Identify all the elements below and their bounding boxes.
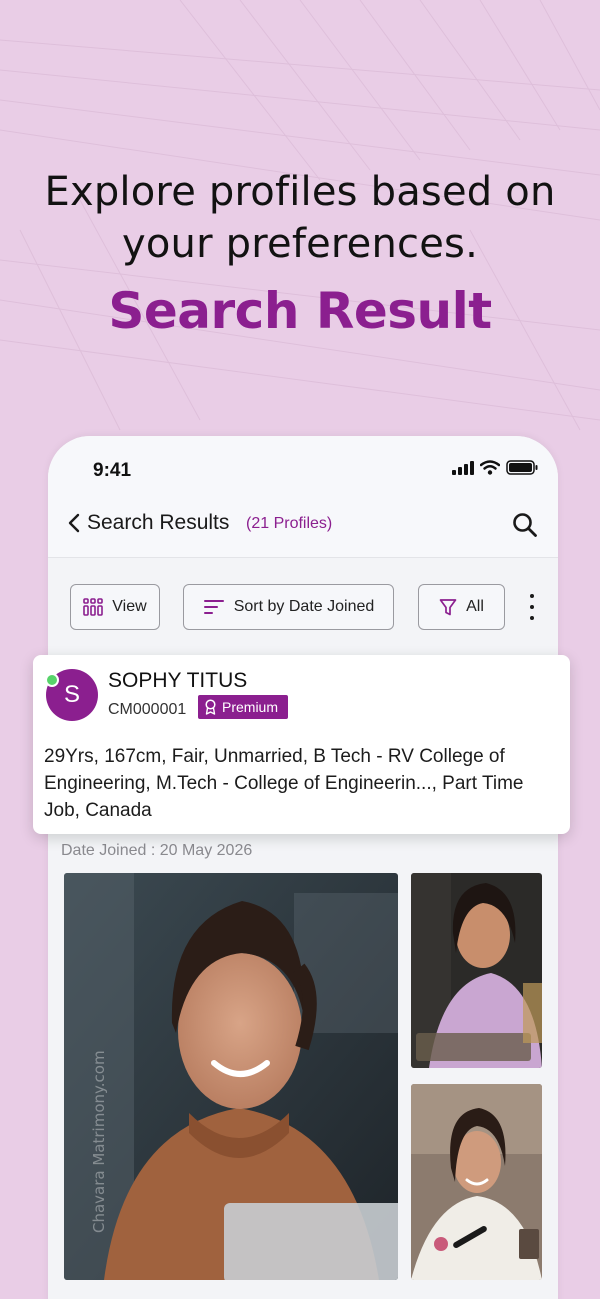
battery-icon (506, 460, 538, 475)
profile-details: 29Yrs, 167cm, Fair, Unmarried, B Tech - … (44, 746, 524, 821)
online-status-indicator (45, 673, 59, 687)
premium-badge: Premium (198, 695, 289, 719)
promo-headline-line2: your preferences. (122, 221, 478, 267)
filter-button[interactable]: All (418, 584, 505, 630)
wifi-icon (480, 460, 500, 475)
sort-icon (203, 600, 224, 614)
profile-name: SOPHY TITUS (108, 669, 248, 692)
signal-icon (452, 460, 474, 475)
profile-photo-3[interactable] (411, 1084, 542, 1280)
watermark: Chavara Matrimony.com (90, 1050, 108, 1233)
status-time: 9:41 (93, 460, 132, 481)
avatar-initial: S (63, 681, 80, 708)
filter-icon (439, 598, 457, 615)
profile-photo-2[interactable] (411, 873, 542, 1068)
chevron-left-icon[interactable] (68, 513, 80, 538)
sort-button[interactable]: Sort by Date Joined (183, 584, 394, 630)
grid-view-icon (83, 598, 104, 616)
profile-photo-main[interactable]: Chavara Matrimony.com (64, 873, 398, 1280)
search-icon[interactable] (512, 512, 538, 543)
date-joined: Date Joined : 20 May 2026 (61, 842, 253, 859)
kebab-menu-icon[interactable] (526, 592, 538, 622)
app-header (48, 436, 558, 558)
page-title: Search Results (87, 511, 230, 534)
profile-id: CM000001 (108, 701, 187, 718)
profile-card[interactable]: S SOPHY TITUS CM000001 Premium 29Yrs, 16… (33, 655, 570, 834)
view-button[interactable]: View (70, 584, 160, 630)
sort-button-label: Sort by Date Joined (233, 598, 375, 615)
promo-headline: Explore profiles based on your preferenc… (0, 166, 600, 270)
promo-subheadline: Search Result (108, 282, 492, 340)
phone-frame: 9:41 Search Results (21 Profiles) View S… (48, 436, 558, 1299)
premium-badge-label: Premium (222, 699, 279, 715)
profile-count: (21 Profiles) (246, 515, 333, 532)
promo-headline-line1: Explore profiles based on (44, 169, 556, 215)
filter-button-label: All (466, 598, 484, 615)
status-icons (452, 460, 538, 475)
award-icon (205, 699, 216, 715)
view-button-label: View (112, 598, 147, 615)
